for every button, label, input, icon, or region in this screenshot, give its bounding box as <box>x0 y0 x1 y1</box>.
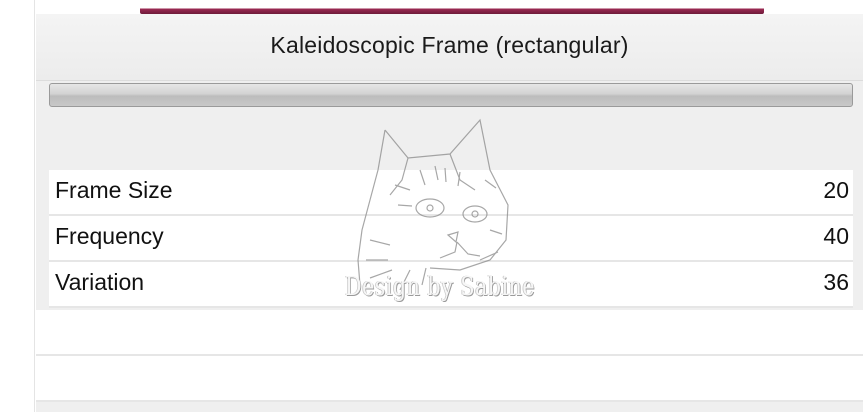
filter-title: Kaleidoscopic Frame (rectangular) <box>270 32 629 58</box>
param-value[interactable]: 40 <box>823 223 849 250</box>
param-value[interactable]: 36 <box>823 269 849 296</box>
left-divider <box>34 0 35 412</box>
preview-gap <box>36 110 863 170</box>
param-label: Variation <box>55 269 145 295</box>
filter-dialog: Kaleidoscopic Frame (rectangular) Frame … <box>0 0 863 412</box>
param-row-frequency[interactable]: Frequency 40 <box>49 216 853 262</box>
param-row-frame-size[interactable]: Frame Size 20 <box>49 170 853 216</box>
empty-row <box>36 356 863 402</box>
title-bar: Kaleidoscopic Frame (rectangular) <box>36 14 863 81</box>
watermark-signature: Design by Sabine <box>345 272 536 302</box>
param-value[interactable]: 20 <box>823 177 849 204</box>
param-label: Frame Size <box>55 177 173 203</box>
param-label: Frequency <box>55 223 164 249</box>
top-accent-bar <box>140 0 764 14</box>
progress-bar <box>49 83 853 107</box>
empty-row <box>36 310 863 356</box>
